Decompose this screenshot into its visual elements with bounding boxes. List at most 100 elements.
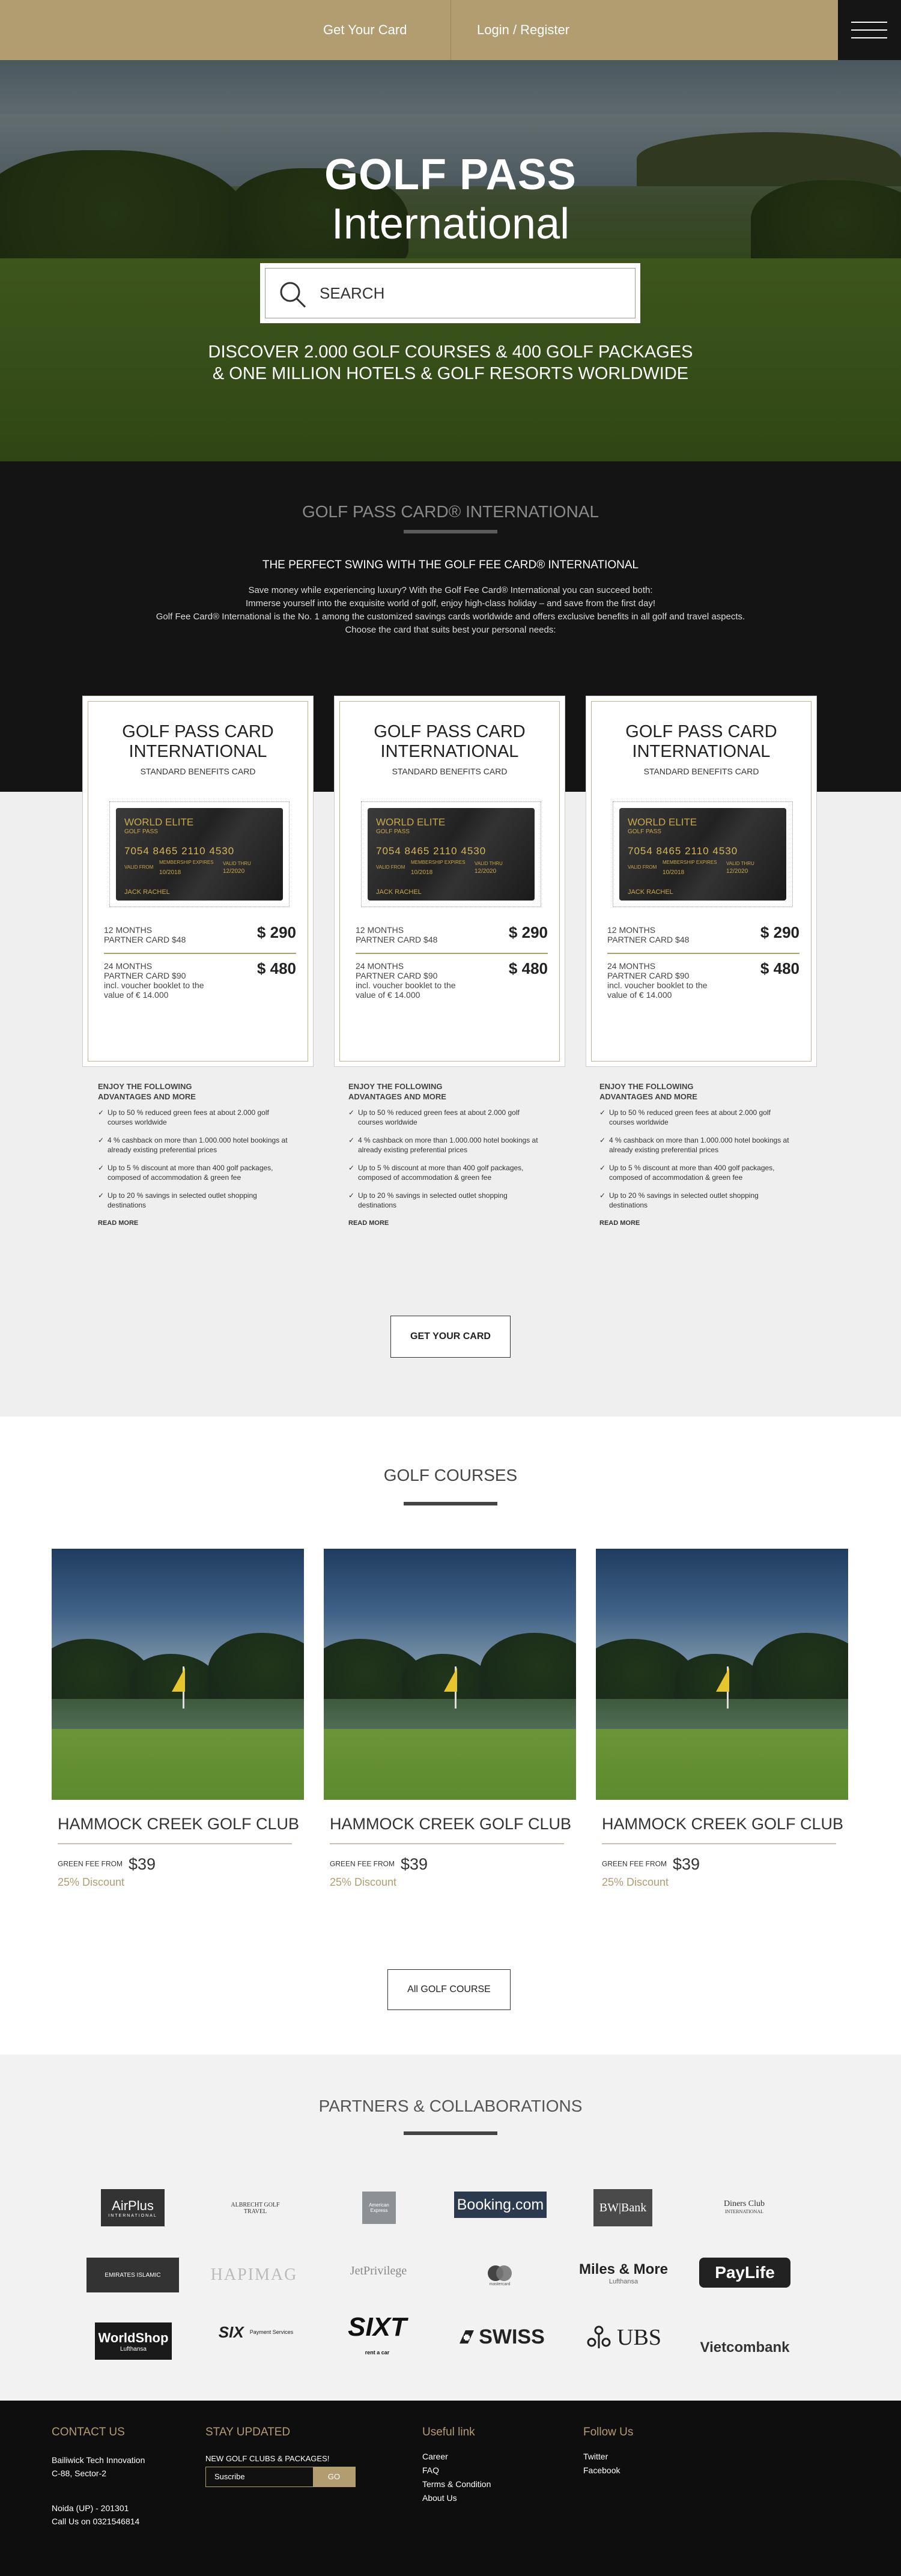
advantage-item: Up to 50 % reduced green fees at about 2… (98, 1108, 296, 1127)
hero-title: GOLF PASS (324, 151, 577, 199)
advantage-item: 4 % cashback on more than 1.000.000 hote… (348, 1135, 547, 1155)
social-links-list: Twitter Facebook (583, 2450, 620, 2477)
card-section-title: GOLF PASS CARD® INTERNATIONAL (302, 502, 599, 521)
price-24-months: 24 MONTHS PARTNER CARD $90 incl. voucher b… (104, 959, 296, 1000)
pass-card-panel[interactable]: GOLF PASS CARD INTERNATIONAL STANDARD BEN… (82, 696, 314, 1067)
top-bar: Get Your Card Login / Register (0, 0, 901, 60)
advantages-heading: ENJOY THE FOLLOWING ADVANTAGES AND MORE (98, 1082, 196, 1101)
hapimag-logo[interactable]: HAPIMAG (211, 2254, 297, 2296)
ubs-logo[interactable]: UBS (577, 2319, 670, 2356)
get-your-card-link[interactable]: Get Your Card (323, 0, 407, 60)
useful-links-heading: Useful link (422, 2426, 475, 2438)
read-more-link[interactable]: READ MORE (599, 1218, 798, 1228)
intro-paragraph: Choose the card that suits best your per… (345, 625, 556, 635)
twitter-link[interactable]: Twitter (583, 2450, 620, 2464)
emirates-islamic-logo[interactable]: EMIRATES ISLAMIC (86, 2258, 179, 2292)
course-name: HAMMOCK CREEK GOLF CLUB (58, 1815, 300, 1833)
footer-link-faq[interactable]: FAQ (422, 2464, 491, 2477)
course-card[interactable]: HAMMOCK CREEK GOLF CLUB GREEN FEE FROM $3… (52, 1549, 304, 1889)
course-discount: 25% Discount (602, 1876, 669, 1888)
search-input[interactable] (320, 279, 620, 307)
partners-title: PARTNERS & COLLABORATIONS (318, 2097, 583, 2115)
miles-and-more-logo[interactable]: Miles & More Lufthansa (575, 2258, 672, 2289)
stay-updated-heading: STAY UPDATED (205, 2426, 291, 2438)
footer-link-terms[interactable]: Terms & Condition (422, 2477, 491, 2491)
pass-card-subtitle: STANDARD BENEFITS CARD (392, 767, 508, 776)
title-underline (404, 1502, 497, 1505)
hamburger-menu-button[interactable] (838, 0, 901, 60)
menu-line-icon (851, 22, 887, 23)
price-divider (607, 953, 799, 954)
credit-card-image: WORLD ELITE GOLF PASS 7054 8465 2110 453… (613, 801, 793, 907)
price-divider (104, 953, 296, 954)
booking-com-logo[interactable]: Booking.com (454, 2192, 547, 2218)
credit-card-image: WORLD ELITE GOLF PASS 7054 8465 2110 453… (109, 801, 290, 907)
footer-link-career[interactable]: Career (422, 2450, 491, 2464)
title-underline (404, 2131, 497, 2135)
search-icon[interactable] (279, 281, 306, 308)
read-more-link[interactable]: READ MORE (348, 1218, 547, 1228)
american-express-logo[interactable]: American Express (362, 2192, 396, 2224)
facebook-link[interactable]: Facebook (583, 2464, 620, 2477)
mastercard-logo[interactable]: mastercard (475, 2260, 525, 2290)
advantages-heading: ENJOY THE FOLLOWING ADVANTAGES AND MORE (348, 1082, 446, 1101)
flag-icon (716, 1668, 729, 1692)
credit-card-image: WORLD ELITE GOLF PASS 7054 8465 2110 453… (361, 801, 541, 907)
sixt-logo[interactable]: SIXT rent a car (341, 2314, 413, 2359)
course-discount: 25% Discount (58, 1876, 125, 1888)
swiss-logo[interactable]: SWISS (454, 2322, 548, 2351)
advantage-item: Up to 20 % savings in selected outlet sh… (348, 1191, 547, 1210)
course-image (324, 1549, 576, 1800)
jetprivilege-logo[interactable]: JetPrivilege (336, 2260, 420, 2282)
course-image (596, 1549, 848, 1800)
airplus-logo[interactable]: AirPlus INTERNATIONAL (101, 2189, 165, 2226)
six-payment-logo[interactable]: SIX Payment Services (208, 2321, 304, 2343)
vietcombank-logo[interactable]: Vietcombank (697, 2320, 793, 2356)
paylife-logo[interactable]: PayLife (699, 2258, 790, 2288)
pass-card-title: GOLF PASS CARD INTERNATIONAL (122, 722, 274, 761)
advantage-item: Up to 20 % savings in selected outlet sh… (98, 1191, 296, 1210)
advantage-item: Up to 20 % savings in selected outlet sh… (599, 1191, 798, 1210)
advantage-item: Up to 50 % reduced green fees at about 2… (599, 1108, 798, 1127)
login-register-link[interactable]: Login / Register (477, 0, 569, 60)
hero-overlay (0, 60, 901, 461)
price-12-months: 12 MONTHS PARTNER CARD $48 $ 290 (607, 923, 799, 944)
hero-tagline: DISCOVER 2.000 GOLF COURSES & 400 GOLF P… (0, 341, 901, 384)
bw-bank-logo[interactable]: BW|Bank (593, 2189, 652, 2226)
course-divider (58, 1843, 292, 1844)
course-price: GREEN FEE FROM $39 (58, 1855, 156, 1873)
albrecht-golf-logo[interactable]: ALBRECHT GOLF TRAVEL (216, 2192, 294, 2225)
get-your-card-button[interactable]: GET YOUR CARD (390, 1316, 511, 1358)
contact-address: Bailiwick Tech Innovation C-88, Sector-2 (52, 2455, 145, 2478)
pass-card-subtitle: STANDARD BENEFITS CARD (140, 767, 256, 776)
diners-club-logo[interactable]: Diners Club INTERNATIONAL (699, 2193, 789, 2220)
mastercard-circles-icon (488, 2265, 512, 2281)
all-golf-course-button[interactable]: All GOLF COURSE (387, 1969, 511, 2010)
intro-paragraph: Immerse yourself into the exquisite worl… (246, 598, 655, 609)
course-card[interactable]: HAMMOCK CREEK GOLF CLUB GREEN FEE FROM $3… (324, 1549, 576, 1889)
read-more-link[interactable]: READ MORE (98, 1218, 296, 1228)
subscribe-input[interactable] (214, 2472, 305, 2481)
card-intro: THE PERFECT SWING WITH THE GOLF FEE CARD… (0, 559, 901, 637)
pass-card-panel[interactable]: GOLF PASS CARD INTERNATIONAL STANDARD BEN… (334, 696, 565, 1067)
subscribe-go-button[interactable]: GO (313, 2467, 355, 2486)
hero-subtitle: International (331, 200, 570, 248)
menu-line-icon (851, 37, 887, 38)
advantages-heading: ENJOY THE FOLLOWING ADVANTAGES AND MORE (599, 1082, 697, 1101)
course-image (52, 1549, 304, 1800)
advantage-item: Up to 5 % discount at more than 400 golf… (599, 1163, 798, 1182)
course-divider (330, 1843, 564, 1844)
footer-link-about[interactable]: About Us (422, 2491, 491, 2505)
newsletter-text: NEW GOLF CLUBS & PACKAGES! (205, 2454, 330, 2463)
price-12-months: 12 MONTHS PARTNER CARD $48 $ 290 (356, 923, 548, 944)
swiss-cross-icon (460, 2330, 475, 2344)
pass-card-panel[interactable]: GOLF PASS CARD INTERNATIONAL STANDARD BEN… (586, 696, 817, 1067)
worldshop-logo[interactable]: WorldShop Lufthansa (95, 2322, 172, 2360)
contact-us-heading: CONTACT US (52, 2426, 125, 2438)
price-12-months: 12 MONTHS PARTNER CARD $48 $ 290 (104, 923, 296, 944)
course-card[interactable]: HAMMOCK CREEK GOLF CLUB GREEN FEE FROM $3… (596, 1549, 848, 1889)
price-24-months: 24 MONTHS PARTNER CARD $90 incl. voucher b… (356, 959, 548, 1000)
golf-courses-title: GOLF COURSES (383, 1466, 518, 1484)
intro-paragraph: Save money while experiencing luxury? Wi… (248, 585, 653, 595)
title-underline (404, 530, 497, 533)
